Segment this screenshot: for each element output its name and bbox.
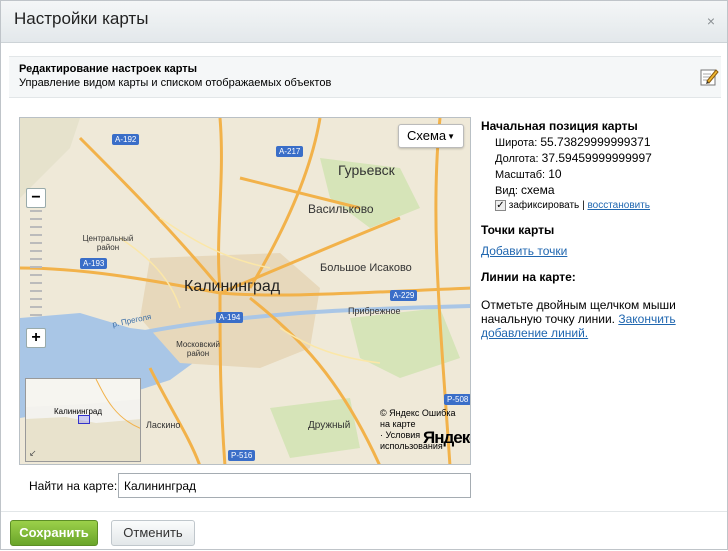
road-badge-a193: А-193 — [80, 258, 108, 269]
find-on-map-label: Найти на карте: — [29, 479, 118, 493]
view-label: Вид: — [495, 185, 518, 197]
map-label-moskovsky-district: Московский район — [176, 340, 220, 358]
map-type-label: Схема — [407, 128, 447, 143]
map-label-central-district: Центральный район — [82, 234, 134, 252]
road-badge-a229: А-229 — [390, 290, 418, 301]
fix-row: ✓ зафиксировать | восстановить — [495, 200, 721, 211]
minimap-viewport — [78, 415, 90, 424]
close-icon[interactable]: × — [707, 14, 715, 28]
dialog-titlebar: Настройки карты × — [1, 1, 727, 43]
yandex-logo: Яндекс — [423, 428, 470, 447]
road-badge-p516: Р-516 — [228, 450, 256, 461]
view-row: Вид: схема — [495, 183, 721, 197]
latitude-value: 55.73829999999371 — [540, 135, 651, 149]
map-label-guryevsk: Гурьевск — [338, 162, 395, 178]
longitude-label: Долгота: — [495, 153, 539, 165]
zoom-out-button[interactable]: − — [26, 188, 46, 208]
map-view[interactable]: Гурьевск Васильково Большое Исаково Приб… — [19, 117, 471, 465]
fix-checkbox[interactable]: ✓ — [495, 200, 506, 211]
road-badge-a194: А-194 — [216, 312, 244, 323]
separator: | — [582, 200, 585, 212]
dropdown-arrow-icon: ▼ — [447, 132, 455, 141]
map-label-vasilkovo: Васильково — [308, 202, 374, 216]
map-points-title: Точки карты — [481, 223, 555, 238]
latitude-label: Широта: — [495, 137, 538, 149]
copyright-text: © Яндекс — [380, 408, 420, 418]
map-type-button[interactable]: Схема ▼ — [398, 124, 464, 148]
longitude-row: Долгота: 37.59459999999997 — [495, 151, 721, 165]
restore-link[interactable]: восстановить — [587, 200, 650, 211]
dialog-footer: Сохранить Отменить — [1, 511, 727, 551]
road-badge-p508: Р-508 — [444, 394, 470, 405]
save-button[interactable]: Сохранить — [10, 520, 98, 546]
dialog-title: Настройки карты — [14, 9, 149, 28]
terms-prefix: · — [380, 430, 383, 440]
lines-instructions: Отметьте двойным щелчком мыши начальную … — [481, 298, 721, 340]
map-lines-title: Линии на карте: — [481, 270, 576, 285]
edit-pencil-icon — [700, 69, 719, 86]
scale-value: 10 — [548, 167, 562, 181]
fix-label: зафиксировать — [508, 200, 580, 212]
map-label-druzhny: Дружный — [308, 420, 351, 431]
cancel-button[interactable]: Отменить — [111, 520, 195, 546]
road-badge-a217: А-217 — [276, 146, 304, 157]
collapse-arrow-icon[interactable]: ↙ — [29, 448, 37, 459]
scale-label: Масштаб: — [495, 169, 546, 181]
header-title: Редактирование настроек карты — [19, 63, 198, 75]
header-subtitle: Управление видом карты и списком отображ… — [19, 77, 332, 89]
scale-row: Масштаб: 10 — [495, 167, 721, 181]
add-points-link[interactable]: Добавить точки — [481, 244, 567, 258]
road-badge-a192: А-192 — [112, 134, 140, 145]
minimap[interactable]: Калининград ↙ — [25, 378, 141, 462]
latitude-row: Широта: 55.73829999999371 — [495, 135, 721, 149]
map-settings-dialog: Настройки карты × Редактирование настрое… — [0, 0, 728, 550]
map-info-panel: Начальная позиция карты Широта: 55.73829… — [481, 119, 721, 340]
zoom-in-button[interactable]: + — [26, 328, 46, 348]
map-label-pribrezhnoe: Прибрежное — [348, 306, 401, 316]
longitude-value: 37.59459999999997 — [541, 151, 652, 165]
map-label-kaliningrad: Калининград — [184, 278, 281, 295]
start-position-title: Начальная позиция карты — [481, 119, 638, 133]
view-value: схема — [521, 183, 555, 197]
map-label-bolshoe-isakovo: Большое Исаково — [320, 262, 412, 274]
find-on-map-input[interactable] — [118, 473, 471, 498]
header-panel: Редактирование настроек карты Управление… — [9, 56, 721, 98]
map-label-laskino: Ласкино — [146, 420, 181, 430]
zoom-slider[interactable] — [30, 210, 42, 326]
